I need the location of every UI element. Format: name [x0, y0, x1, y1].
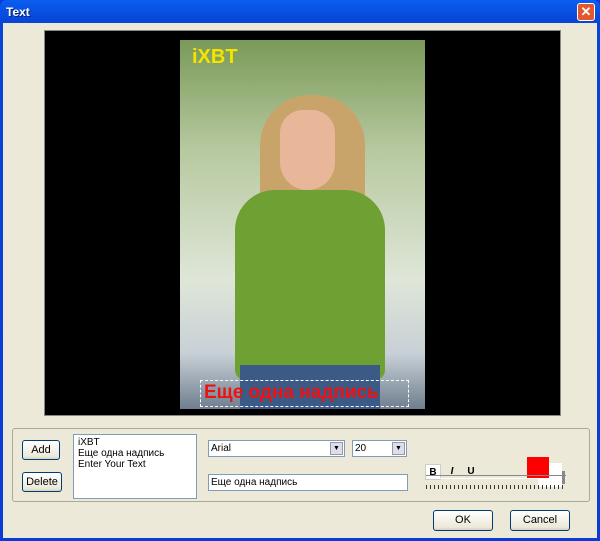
add-button[interactable]: Add: [22, 440, 60, 460]
font-size-select[interactable]: 20 ▼: [352, 440, 407, 457]
font-family-select[interactable]: Arial ▼: [208, 440, 345, 457]
preview-canvas[interactable]: iXBT Еще одна надпись: [44, 30, 561, 416]
ok-button[interactable]: OK: [433, 510, 493, 531]
font-size-value: 20: [355, 443, 367, 454]
text-input[interactable]: Еще одна надпись: [208, 474, 408, 491]
close-button[interactable]: ✕: [577, 3, 595, 21]
cancel-button[interactable]: Cancel: [510, 510, 570, 531]
text-dialog: Text ✕ iXBT Еще одна надпись Add Delete …: [0, 0, 600, 541]
overlay-text-selected[interactable]: Еще одна надпись: [200, 380, 409, 407]
chevron-down-icon[interactable]: ▼: [392, 442, 405, 455]
slider-ticks: [426, 485, 566, 489]
list-item[interactable]: Еще одна надпись: [78, 448, 192, 459]
overlay-text-ixbt[interactable]: iXBT: [192, 46, 238, 69]
list-item[interactable]: iXBT: [78, 437, 192, 448]
chevron-down-icon[interactable]: ▼: [330, 442, 343, 455]
window-title: Text: [6, 5, 30, 19]
text-list[interactable]: iXBT Еще одна надпись Enter Your Text: [73, 434, 197, 499]
size-slider[interactable]: [426, 475, 566, 479]
delete-button[interactable]: Delete: [22, 472, 62, 492]
preview-photo: iXBT Еще одна надпись: [180, 40, 425, 409]
font-family-value: Arial: [211, 443, 232, 454]
slider-thumb[interactable]: [562, 471, 565, 484]
list-item[interactable]: Enter Your Text: [78, 459, 192, 470]
